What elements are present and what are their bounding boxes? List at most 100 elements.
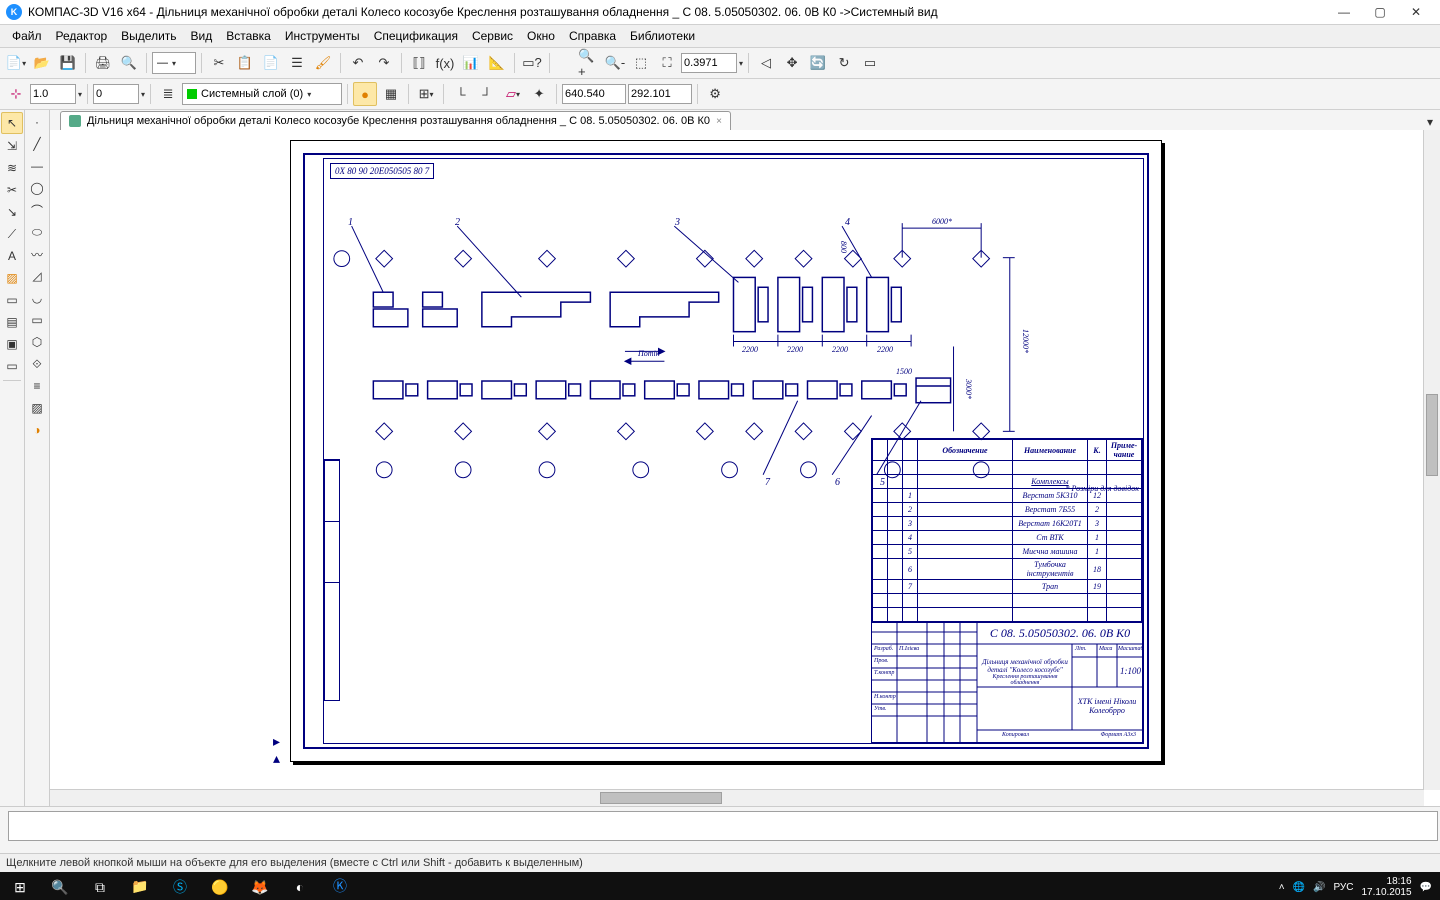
round-button[interactable]: ▱▾ bbox=[501, 82, 525, 106]
grid2-button[interactable]: ⊞▾ bbox=[414, 82, 438, 106]
maximize-button[interactable]: ▢ bbox=[1362, 1, 1398, 23]
rotate-button[interactable]: 🔄 bbox=[806, 51, 830, 75]
param-tab[interactable]: ↘ bbox=[2, 202, 22, 222]
layers-button[interactable]: ≣ bbox=[156, 82, 180, 106]
parametric-button[interactable]: 📐 bbox=[485, 51, 509, 75]
report-tab[interactable]: ▤ bbox=[2, 312, 22, 332]
rect-tool[interactable]: ▭ bbox=[27, 310, 47, 330]
steam-task[interactable]: ◐ bbox=[280, 872, 320, 900]
tray-lang[interactable]: РУС bbox=[1333, 882, 1353, 893]
menu-help[interactable]: Справка bbox=[563, 27, 622, 45]
coord-x-input[interactable] bbox=[562, 84, 626, 104]
kompas-task[interactable]: Ⓚ bbox=[320, 871, 360, 900]
search-button[interactable]: 🔍 bbox=[40, 872, 80, 900]
action-center-icon[interactable]: 💬 bbox=[1420, 882, 1432, 893]
geometry-tab[interactable]: ↖ bbox=[1, 112, 23, 134]
perp-button[interactable]: ┘ bbox=[475, 82, 499, 106]
zoom-window-button[interactable]: ⬚ bbox=[629, 51, 653, 75]
close-button[interactable]: ✕ bbox=[1398, 1, 1434, 23]
chrome-task[interactable]: 🟡 bbox=[200, 872, 240, 900]
firefox-task[interactable]: 🦊 bbox=[240, 872, 280, 900]
style-combo[interactable]: — ▾ bbox=[152, 52, 196, 74]
spline-tool[interactable]: 〰 bbox=[27, 244, 47, 264]
menu-window[interactable]: Окно bbox=[521, 27, 561, 45]
step1-input[interactable] bbox=[30, 84, 76, 104]
zoom-out-button[interactable]: 🔍- bbox=[603, 51, 627, 75]
text-tab[interactable]: A bbox=[2, 246, 22, 266]
zoom-fit-button[interactable]: ⛶ bbox=[655, 51, 679, 75]
tray-network-icon[interactable]: 🌐 bbox=[1293, 882, 1305, 893]
prev-view-button[interactable]: ◁ bbox=[754, 51, 778, 75]
equidistant-tool[interactable]: ≡ bbox=[27, 376, 47, 396]
brackets-button[interactable]: ⟦⟧ bbox=[407, 51, 431, 75]
grid-button[interactable]: ▦ bbox=[379, 82, 403, 106]
tray-up-icon[interactable]: ˄ bbox=[1279, 882, 1285, 893]
horizontal-scrollbar[interactable] bbox=[50, 789, 1424, 806]
drawing-canvas[interactable]: 0Х 80 90 20Е050505 80 7 bbox=[50, 130, 1424, 790]
views-tab[interactable]: ▭ bbox=[2, 356, 22, 376]
circle-tool[interactable]: ◯ bbox=[27, 178, 47, 198]
step2-input[interactable] bbox=[93, 84, 139, 104]
refresh-button[interactable]: ↻ bbox=[832, 51, 856, 75]
format-button[interactable]: 🖌 bbox=[311, 51, 335, 75]
variables-button[interactable]: 📊 bbox=[459, 51, 483, 75]
menu-tools[interactable]: Инструменты bbox=[279, 27, 366, 45]
menu-file[interactable]: Файл bbox=[6, 27, 48, 45]
edit-tab[interactable]: ✂ bbox=[2, 180, 22, 200]
measure-tab[interactable]: ⟋ bbox=[2, 224, 22, 244]
preview-button[interactable]: 🔍 bbox=[117, 51, 141, 75]
fullscreen-button[interactable]: ▭ bbox=[858, 51, 882, 75]
undo-button[interactable]: ↶ bbox=[346, 51, 370, 75]
local-cs-button[interactable]: ✦ bbox=[527, 82, 551, 106]
contour-tool[interactable]: ⟐ bbox=[27, 354, 47, 374]
hatch-tab[interactable]: ▨ bbox=[2, 268, 22, 288]
ortho-button[interactable]: └ bbox=[449, 82, 473, 106]
coord-y-input[interactable] bbox=[628, 84, 692, 104]
zoom-in-button[interactable]: 🔍+ bbox=[577, 51, 601, 75]
tab-list-button[interactable]: ▾ bbox=[1420, 114, 1440, 130]
menu-libraries[interactable]: Библиотеки bbox=[624, 27, 701, 45]
snap-button[interactable]: ● bbox=[353, 82, 377, 106]
save-button[interactable]: 💾 bbox=[56, 51, 80, 75]
arc-tool[interactable]: ⌒ bbox=[27, 200, 47, 220]
chamfer-tool[interactable]: ◿ bbox=[27, 266, 47, 286]
segment-tool[interactable]: — bbox=[27, 156, 47, 176]
redo-button[interactable]: ↷ bbox=[372, 51, 396, 75]
tray-sound-icon[interactable]: 🔊 bbox=[1313, 882, 1325, 893]
cut-button[interactable]: ✂ bbox=[207, 51, 231, 75]
menu-spec[interactable]: Спецификация bbox=[368, 27, 464, 45]
coord-origin-button[interactable]: ⊹ bbox=[4, 82, 28, 106]
minimize-button[interactable]: — bbox=[1326, 1, 1362, 23]
tray-clock[interactable]: 18:1617.10.2015 bbox=[1361, 876, 1411, 898]
start-button[interactable]: ⊞ bbox=[0, 872, 40, 900]
layer-combo[interactable]: Системный слой (0)▾ bbox=[182, 83, 342, 105]
skype-task[interactable]: Ⓢ bbox=[160, 872, 200, 900]
menu-edit[interactable]: Редактор bbox=[50, 27, 114, 45]
ellipse-tool[interactable]: ⬭ bbox=[27, 222, 47, 242]
insert-tab[interactable]: ▣ bbox=[2, 334, 22, 354]
print-button[interactable]: 🖨 bbox=[91, 51, 115, 75]
symbols-tab[interactable]: ≋ bbox=[2, 158, 22, 178]
taskview-button[interactable]: ⧉ bbox=[80, 872, 120, 900]
menu-select[interactable]: Выделить bbox=[115, 27, 182, 45]
paste-button[interactable]: 📄 bbox=[259, 51, 283, 75]
menu-insert[interactable]: Вставка bbox=[220, 27, 277, 45]
copy-button[interactable]: 📋 bbox=[233, 51, 257, 75]
dimensions-tab[interactable]: ⇲ bbox=[2, 136, 22, 156]
spec-tab[interactable]: ▭ bbox=[2, 290, 22, 310]
new-button[interactable]: 📄▾ bbox=[4, 51, 28, 75]
hatch-tool[interactable]: ▨ bbox=[27, 398, 47, 418]
document-tab[interactable]: Дільниця механічної обробки деталі Колес… bbox=[60, 111, 731, 130]
polygon-tool[interactable]: ⬡ bbox=[27, 332, 47, 352]
aux-line-tool[interactable]: ╱ bbox=[27, 134, 47, 154]
menu-service[interactable]: Сервис bbox=[466, 27, 519, 45]
context-help-button[interactable]: ▭? bbox=[520, 51, 544, 75]
zoom-input[interactable] bbox=[681, 53, 737, 73]
document-tab-close[interactable]: × bbox=[716, 116, 722, 127]
pan-button[interactable]: ✥ bbox=[780, 51, 804, 75]
open-button[interactable]: 📂 bbox=[30, 51, 54, 75]
vertical-scrollbar[interactable] bbox=[1423, 130, 1440, 790]
command-input[interactable] bbox=[8, 811, 1438, 841]
hatch2-tool[interactable]: ◑ bbox=[27, 420, 47, 440]
fillet-tool[interactable]: ◡ bbox=[27, 288, 47, 308]
